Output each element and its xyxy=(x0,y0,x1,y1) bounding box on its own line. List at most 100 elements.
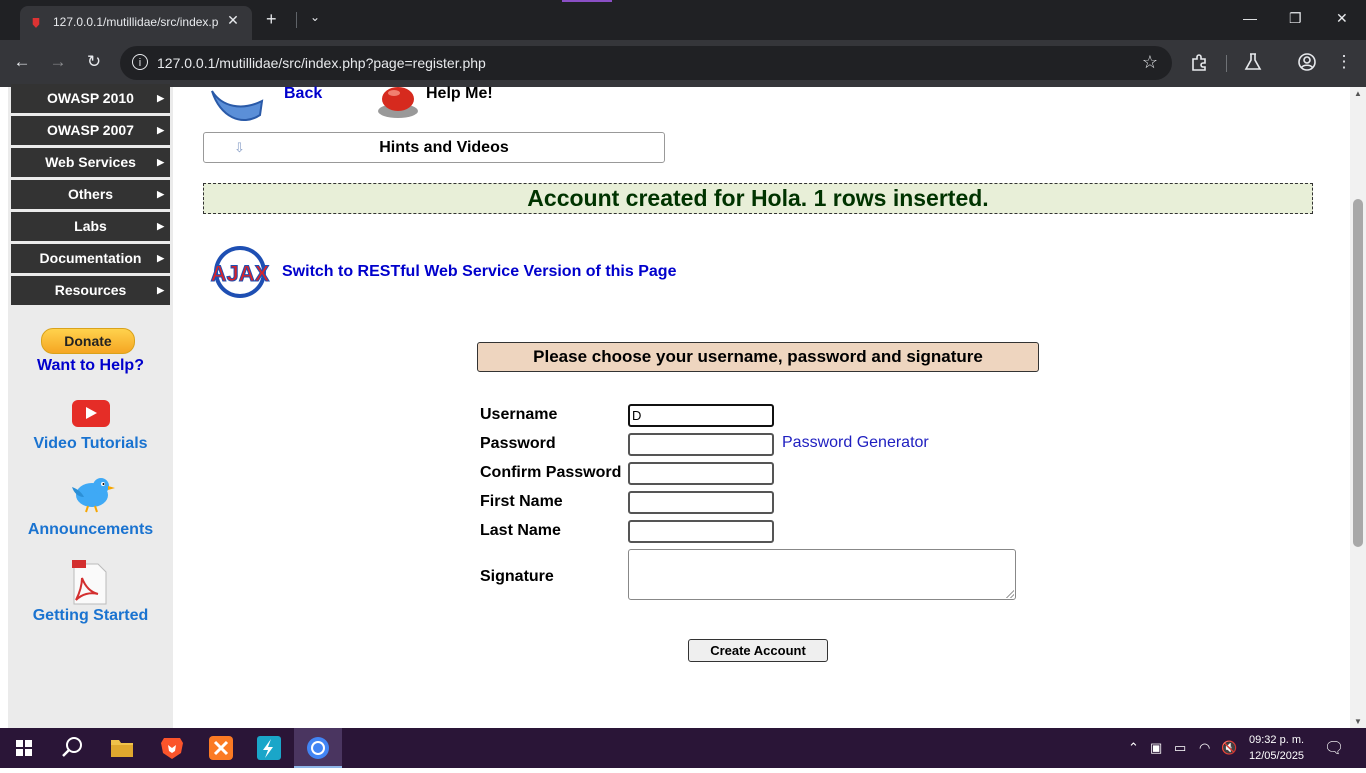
chrome-icon xyxy=(307,737,329,759)
menu-item-documentation[interactable]: Documentation ▶ xyxy=(11,244,170,273)
ajax-logo-text: AJAX xyxy=(211,261,270,286)
resize-grip-icon[interactable] xyxy=(1006,590,1014,598)
address-bar[interactable]: i 127.0.0.1/mutillidae/src/index.php?pag… xyxy=(120,46,1172,80)
twitter-bird-icon[interactable] xyxy=(68,475,116,513)
tab-search-button[interactable]: ⌄ xyxy=(310,10,320,24)
site-info-icon[interactable]: i xyxy=(132,54,148,70)
menu-item-others[interactable]: Others ▶ xyxy=(11,180,170,209)
restful-version-link[interactable]: Switch to RESTful Web Service Version of… xyxy=(282,263,676,281)
xampp-button[interactable] xyxy=(197,728,245,768)
confirm-password-label: Confirm Password xyxy=(480,464,622,481)
menu-item-labs[interactable]: Labs ▶ xyxy=(11,212,170,241)
show-hidden-icons-chevron-icon[interactable]: ⌃ xyxy=(1128,740,1139,756)
menu-item-owasp-2010[interactable]: OWASP 2010 ▶ xyxy=(11,84,170,113)
menu-arrow-icon: ▶ xyxy=(157,189,164,199)
password-label: Password xyxy=(480,435,556,452)
battery-icon[interactable]: ▭ xyxy=(1174,740,1186,756)
back-arrow-image-icon[interactable] xyxy=(208,87,270,123)
menu-arrow-icon: ▶ xyxy=(157,253,164,263)
windows-taskbar: ⌃ ▣ ▭ ◠ 🔇 09:32 p. m. 12/05/2025 🗨 xyxy=(0,728,1366,768)
profile-avatar-icon[interactable] xyxy=(1295,52,1319,77)
bookmark-star-icon[interactable]: ☆ xyxy=(1142,52,1158,73)
search-button[interactable] xyxy=(48,728,96,768)
last-name-label: Last Name xyxy=(480,522,561,539)
video-tutorials-link[interactable]: Video Tutorials xyxy=(8,435,173,453)
reload-icon[interactable]: ↻ xyxy=(82,52,106,72)
back-arrow-icon[interactable]: ← xyxy=(10,52,34,72)
app-bolt-button[interactable] xyxy=(245,728,293,768)
notifications-icon[interactable]: 🗨 xyxy=(1324,738,1344,758)
wifi-icon[interactable]: ◠ xyxy=(1199,740,1210,756)
menu-item-label: OWASP 2007 xyxy=(47,122,134,138)
signature-textarea[interactable] xyxy=(628,549,1016,600)
lightning-bolt-icon xyxy=(257,736,281,760)
menu-item-label: OWASP 2010 xyxy=(47,90,134,106)
page-scrollbar[interactable]: ▲ ▼ xyxy=(1350,87,1366,728)
create-account-button[interactable]: Create Account xyxy=(688,639,828,662)
volume-muted-icon[interactable]: 🔇 xyxy=(1221,740,1237,756)
first-name-label: First Name xyxy=(480,493,563,510)
labs-flask-icon[interactable] xyxy=(1241,52,1265,77)
menu-item-label: Labs xyxy=(74,218,107,234)
password-generator-link[interactable]: Password Generator xyxy=(782,434,929,452)
scroll-up-arrow-icon[interactable]: ▲ xyxy=(1354,89,1362,98)
menu-item-label: Web Services xyxy=(45,154,136,170)
help-button-icon[interactable] xyxy=(376,87,420,119)
tab-separator xyxy=(296,12,297,28)
menu-arrow-icon: ▶ xyxy=(157,157,164,167)
menu-arrow-icon: ▶ xyxy=(157,285,164,295)
xampp-icon xyxy=(209,736,233,760)
pdf-document-icon[interactable] xyxy=(70,560,110,606)
hints-and-videos-toggle[interactable]: ⇩ Hints and Videos xyxy=(203,132,665,163)
want-to-help-link[interactable]: Want to Help? xyxy=(8,357,173,375)
success-message: Account created for Hola. 1 rows inserte… xyxy=(203,183,1313,214)
password-input[interactable] xyxy=(628,433,774,456)
first-name-input[interactable] xyxy=(628,491,774,514)
last-name-input[interactable] xyxy=(628,520,774,543)
donate-button[interactable]: Donate xyxy=(41,328,135,354)
main-content: Back Help Me! ⇩ Hints and Videos Account… xyxy=(173,85,1350,728)
youtube-icon[interactable] xyxy=(72,400,110,427)
minimize-button[interactable]: — xyxy=(1243,10,1257,26)
getting-started-link[interactable]: Getting Started xyxy=(8,607,173,625)
back-link[interactable]: Back xyxy=(284,85,322,103)
window-close-button[interactable]: ✕ xyxy=(1336,10,1348,27)
menu-arrow-icon: ▶ xyxy=(157,125,164,135)
confirm-password-input[interactable] xyxy=(628,462,774,485)
menu-item-resources[interactable]: Resources ▶ xyxy=(11,276,170,305)
folder-icon xyxy=(111,740,133,757)
menu-item-owasp-2007[interactable]: OWASP 2007 ▶ xyxy=(11,116,170,145)
windows-logo-icon xyxy=(16,740,32,756)
tab-title: 127.0.0.1/mutillidae/src/index.p xyxy=(53,15,218,29)
browser-menu-icon[interactable]: ⋮ xyxy=(1332,52,1356,72)
brave-browser-button[interactable] xyxy=(148,728,196,768)
menu-arrow-icon: ▶ xyxy=(157,93,164,103)
username-input[interactable]: D xyxy=(628,404,774,427)
extensions-icon[interactable] xyxy=(1188,52,1212,77)
file-explorer-button[interactable] xyxy=(98,728,146,768)
new-tab-button[interactable]: + xyxy=(266,9,277,30)
start-button[interactable] xyxy=(0,728,48,768)
tab-close-icon[interactable]: ✕ xyxy=(224,12,242,29)
restore-button[interactable]: ❐ xyxy=(1289,10,1302,27)
chrome-button[interactable] xyxy=(294,728,342,768)
menu-item-web-services[interactable]: Web Services ▶ xyxy=(11,148,170,177)
url-text[interactable]: 127.0.0.1/mutillidae/src/index.php?page=… xyxy=(157,55,486,71)
search-icon xyxy=(62,737,82,757)
tray-display-icon[interactable]: ▣ xyxy=(1150,740,1162,756)
system-clock[interactable]: 09:32 p. m. 12/05/2025 xyxy=(1249,732,1304,764)
left-sidebar: OWASP 2010 ▶ OWASP 2007 ▶ Web Services ▶ Ot… xyxy=(8,84,173,728)
clock-date: 12/05/2025 xyxy=(1249,750,1305,762)
scrollbar-thumb[interactable] xyxy=(1353,199,1363,547)
hints-label: Hints and Videos xyxy=(379,139,509,156)
help-me-link[interactable]: Help Me! xyxy=(426,85,493,103)
menu-item-label: Others xyxy=(67,186,114,202)
mutillidae-favicon-icon: 🠷 xyxy=(32,15,40,31)
brave-lion-icon xyxy=(161,738,183,759)
browser-toolbar: ← → ↻ i 127.0.0.1/mutillidae/src/index.p… xyxy=(0,40,1366,87)
browser-tab[interactable]: 🠷 127.0.0.1/mutillidae/src/index.p ✕ xyxy=(20,6,252,40)
forward-arrow-icon[interactable]: → xyxy=(46,52,70,72)
ajax-logo-icon[interactable]: AJAX xyxy=(208,245,272,299)
scroll-down-arrow-icon[interactable]: ▼ xyxy=(1354,717,1362,726)
announcements-link[interactable]: Announcements xyxy=(8,521,173,539)
